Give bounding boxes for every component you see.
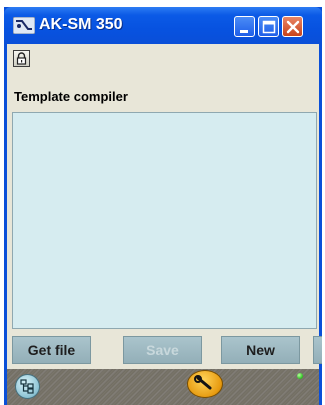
section-title: Template compiler <box>14 89 128 104</box>
padlock-icon <box>16 52 27 65</box>
save-button: Save <box>123 336 202 364</box>
minimize-icon <box>240 30 248 33</box>
template-editor[interactable] <box>12 112 317 329</box>
tree-button[interactable] <box>15 374 40 399</box>
minimize-button[interactable] <box>234 16 255 37</box>
action-button-row: Get file Save New <box>7 334 322 367</box>
title-bar[interactable]: AK-SM 350 <box>4 7 322 44</box>
tree-structure-icon <box>20 379 34 394</box>
lock-button[interactable] <box>13 50 30 67</box>
tool-button[interactable] <box>187 370 223 398</box>
status-bar <box>7 369 319 405</box>
more-button[interactable] <box>313 336 322 364</box>
new-button[interactable]: New <box>221 336 300 364</box>
app-icon <box>13 17 35 34</box>
close-button[interactable] <box>282 16 303 37</box>
close-icon <box>286 20 300 34</box>
client-area: Template compiler Get file Save New <box>7 44 322 405</box>
wrench-icon <box>194 375 212 390</box>
get-file-button[interactable]: Get file <box>12 336 91 364</box>
maximize-button[interactable] <box>258 16 279 37</box>
status-indicator <box>297 373 303 379</box>
maximize-icon <box>262 20 276 34</box>
app-window: AK-SM 350 Template compiler Get file Sav… <box>4 7 322 405</box>
window-title: AK-SM 350 <box>39 16 123 33</box>
